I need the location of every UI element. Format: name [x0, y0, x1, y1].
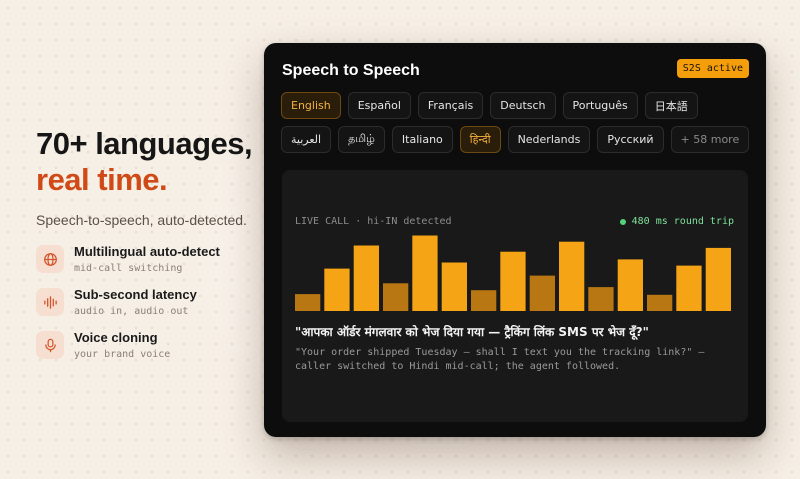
- feature-latency: Sub-second latency audio in, audio out: [36, 287, 266, 317]
- more-languages-chip[interactable]: + 58 more: [670, 126, 750, 153]
- feature-subtitle: your brand voice: [74, 349, 171, 360]
- feature-title: Voice cloning: [74, 330, 158, 345]
- microphone-icon: [36, 331, 64, 359]
- audio-level-bar: [647, 294, 673, 311]
- language-chip[interactable]: हिन्दी: [459, 126, 501, 153]
- hero-subtitle: Speech-to-speech, auto-detected.: [36, 212, 247, 228]
- language-chip[interactable]: Nederlands: [507, 126, 591, 153]
- call-status: LIVE CALL · hi-IN detected: [295, 216, 452, 227]
- audio-level-bar: [559, 241, 585, 311]
- status-badge: S2S active: [676, 59, 749, 78]
- globe-icon: [36, 245, 64, 273]
- audio-level-bar: [500, 251, 526, 311]
- language-chip[interactable]: English: [281, 92, 341, 119]
- audio-level-bar: [471, 290, 497, 311]
- language-chip[interactable]: Português: [562, 92, 638, 119]
- language-chip[interactable]: 日本語: [644, 92, 698, 119]
- feature-title: Sub-second latency: [74, 287, 197, 302]
- feature-subtitle: mid-call switching: [74, 263, 183, 274]
- feature-multilingual: Multilingual auto-detect mid-call switch…: [36, 244, 266, 274]
- language-chip[interactable]: Español: [347, 92, 411, 119]
- call-transcript: "आपका ऑर्डर मंगलवार को भेज दिया गया — ट्…: [295, 325, 649, 339]
- language-chip[interactable]: Français: [417, 92, 484, 119]
- call-translation: "Your order shipped Tuesday — shall I te…: [295, 347, 705, 372]
- hero-section: 70+ languages, real time. Speech-to-spee…: [36, 126, 266, 373]
- audio-level-bar: [617, 259, 643, 311]
- feature-title: Multilingual auto-detect: [74, 244, 220, 259]
- audio-level-bar: [324, 268, 350, 311]
- audio-level-bar: [412, 235, 438, 311]
- feature-list: Multilingual auto-detect mid-call switch…: [36, 244, 266, 360]
- live-call-card: LIVE CALL · hi-IN detected 480 ms round …: [282, 170, 748, 422]
- waveform-icon: [36, 288, 64, 316]
- live-dot-icon: [619, 218, 626, 225]
- audio-level-bar: [529, 275, 555, 311]
- language-chip[interactable]: العربية: [281, 126, 332, 153]
- feature-subtitle: audio in, audio out: [74, 306, 189, 317]
- audio-level-bar: [588, 287, 614, 311]
- audio-level-bar: [441, 262, 467, 311]
- speech-to-speech-panel: Speech to Speech S2S active English Españ…: [264, 43, 766, 437]
- audio-level-bar: [705, 247, 731, 311]
- audio-level-bars: [295, 235, 731, 311]
- audio-level-bar: [676, 265, 702, 311]
- panel-title: Speech to Speech: [282, 62, 420, 79]
- headline-line-2: real time.: [36, 162, 168, 197]
- latency-indicator: 480 ms round trip: [619, 216, 734, 227]
- language-chip[interactable]: Deutsch: [490, 92, 556, 119]
- audio-level-bar: [383, 283, 409, 311]
- audio-level-bar: [295, 294, 321, 311]
- language-selector: English Español Français Deutsch Português 日本…: [281, 92, 751, 153]
- language-chip[interactable]: தமிழ்: [338, 126, 385, 153]
- headline: 70+ languages, real time.: [36, 126, 266, 198]
- audio-level-bar: [353, 245, 379, 311]
- latency-text: 480 ms round trip: [631, 216, 734, 227]
- feature-voice-cloning: Voice cloning your brand voice: [36, 330, 266, 360]
- headline-line-1: 70+ languages,: [36, 126, 253, 161]
- language-chip[interactable]: Русский: [597, 126, 664, 153]
- language-chip[interactable]: Italiano: [391, 126, 453, 153]
